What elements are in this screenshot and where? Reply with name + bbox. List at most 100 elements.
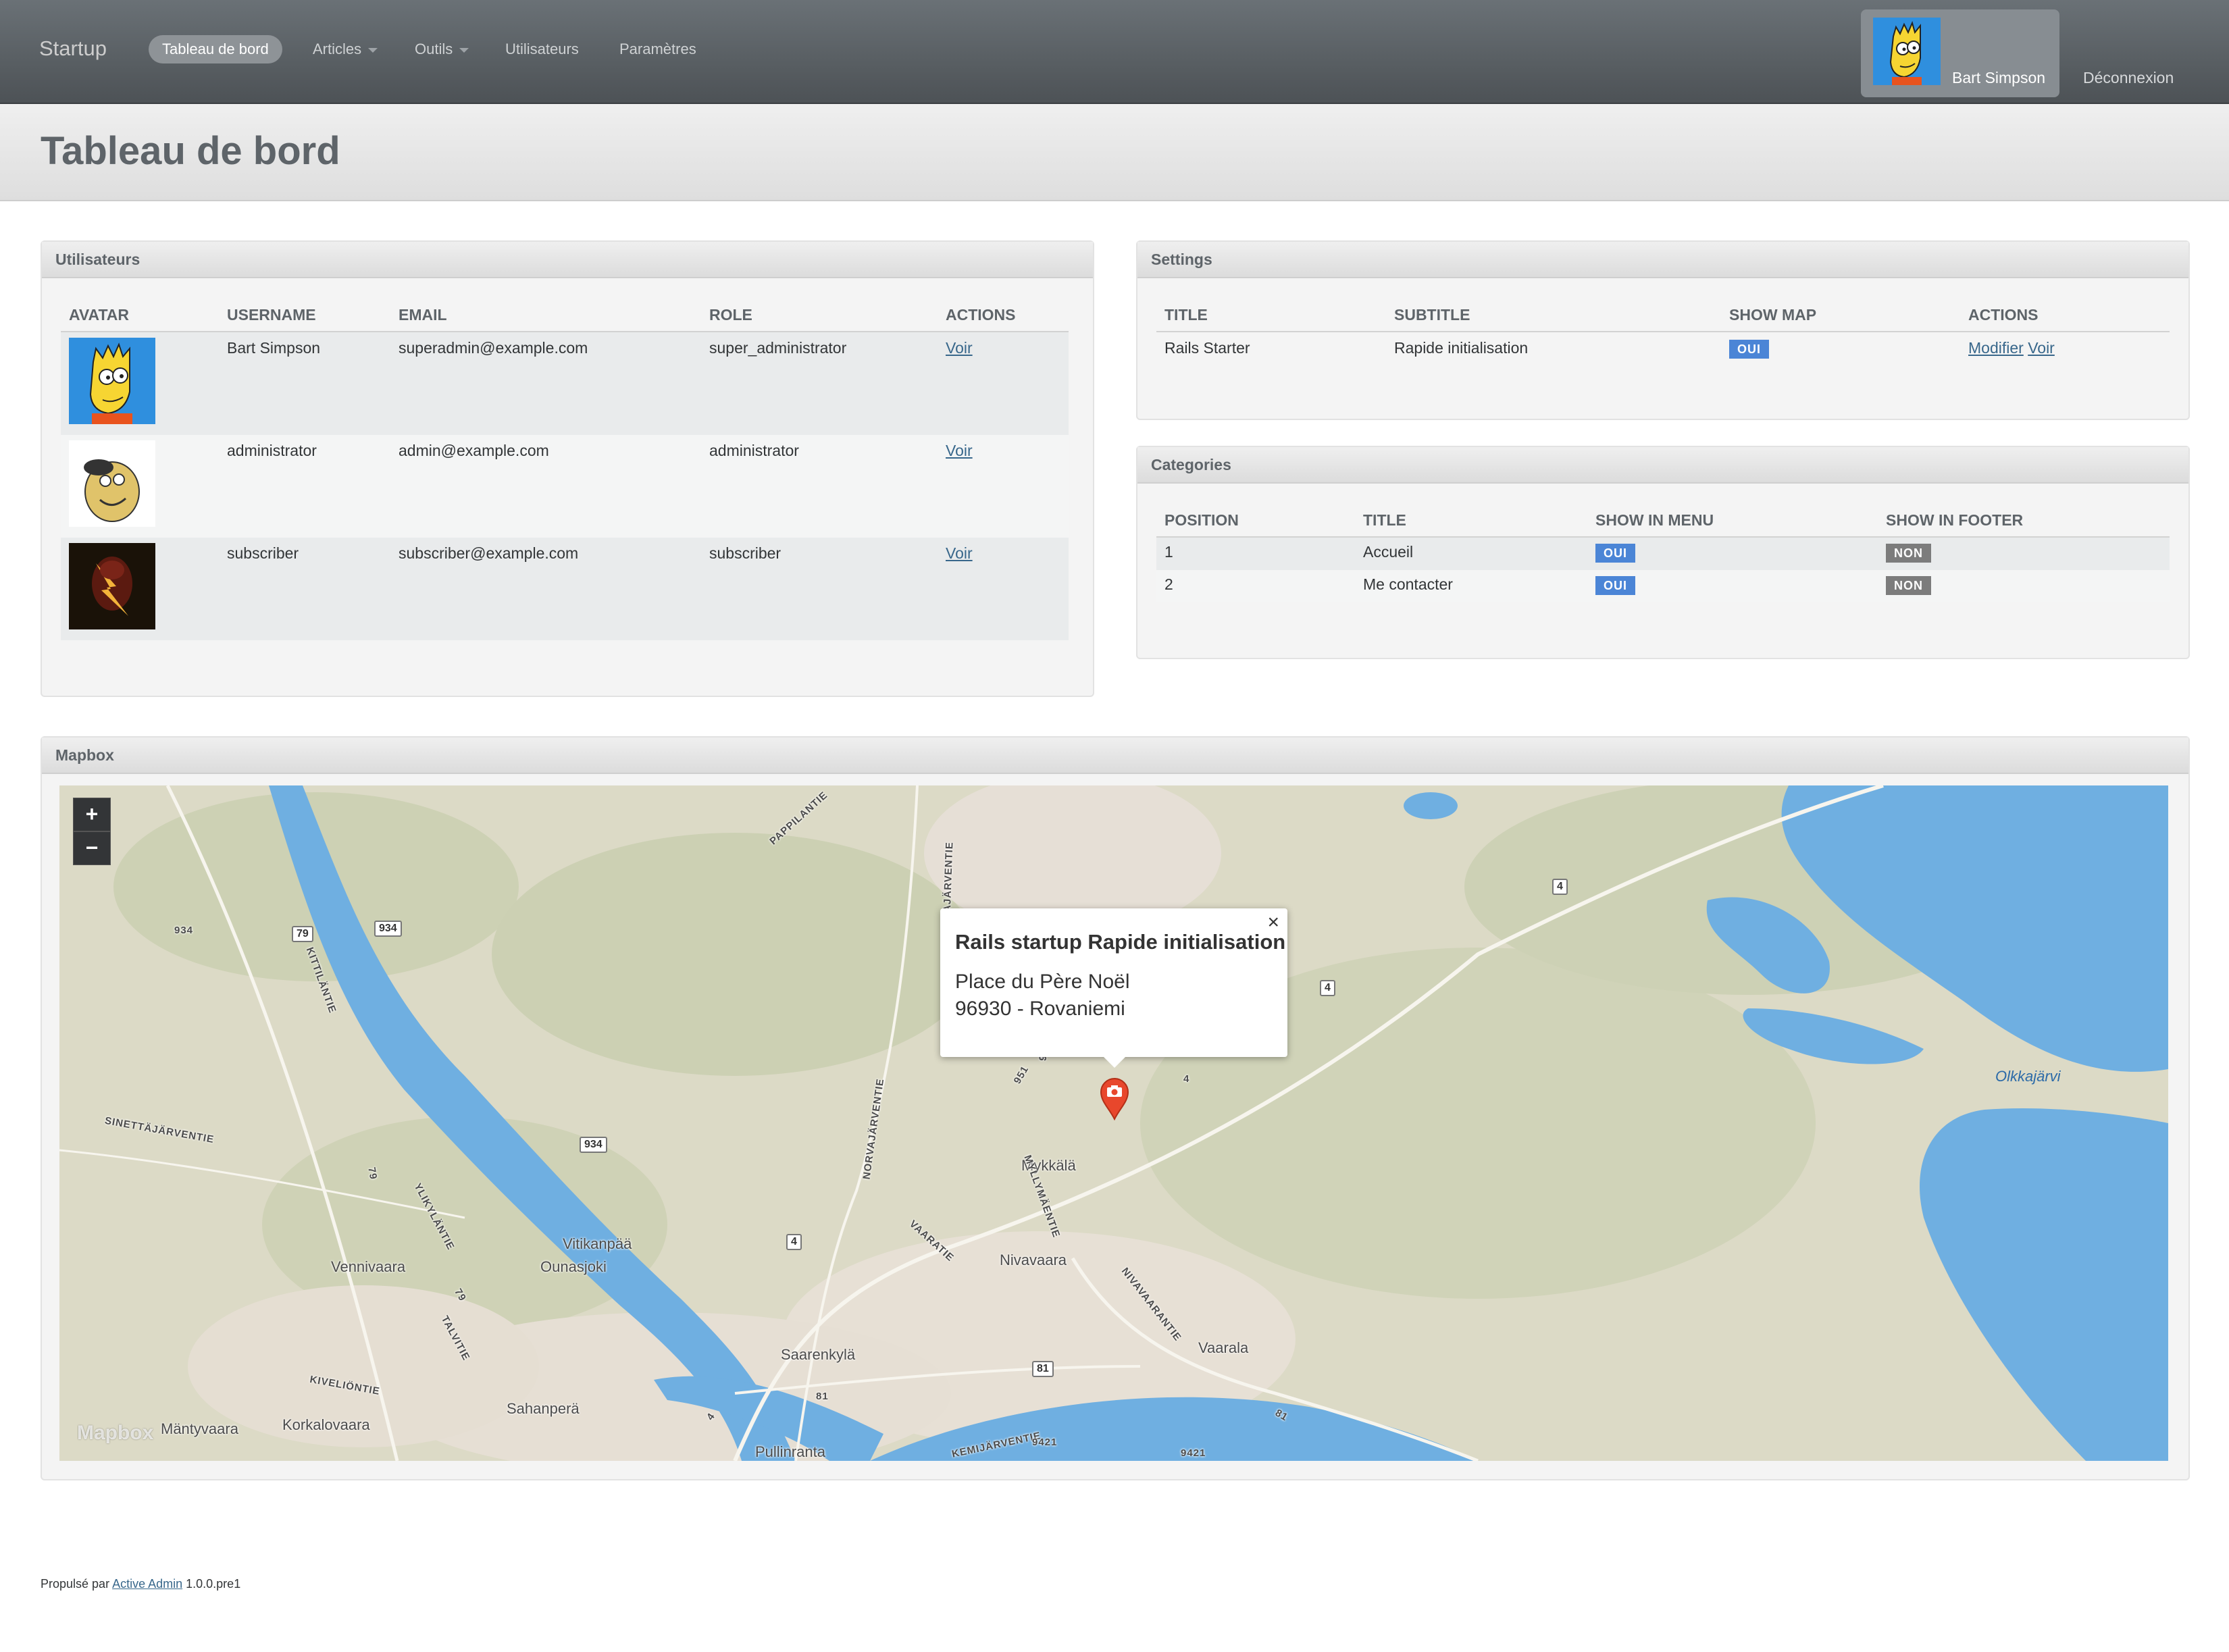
table-row: subscriber subscriber@example.com subscr…: [61, 538, 1069, 640]
nav-label: Outils: [415, 41, 453, 57]
zoom-in-button[interactable]: +: [73, 798, 111, 831]
status-badge: OUI: [1729, 340, 1770, 359]
map-route-shield: 81: [1032, 1361, 1054, 1377]
flash-avatar-icon: [69, 543, 155, 629]
map-place-label: Saarenkylä: [781, 1346, 856, 1363]
nav-outils[interactable]: Outils: [401, 35, 482, 63]
email-cell: admin@example.com: [390, 435, 701, 538]
map-route-shield: 4: [1320, 980, 1335, 996]
chevron-down-icon: [459, 47, 469, 53]
view-link[interactable]: Voir: [2028, 339, 2055, 357]
mapbox-logo[interactable]: Mapbox: [77, 1422, 153, 1445]
map-place-label: Mäntyvaara: [161, 1420, 238, 1437]
status-badge: NON: [1886, 544, 1931, 563]
zoom-out-button[interactable]: −: [73, 831, 111, 865]
nav-label: Tableau de bord: [162, 41, 269, 57]
nav-label: Articles: [313, 41, 362, 57]
nav-utilisateurs[interactable]: Utilisateurs: [492, 35, 592, 63]
popup-title: Rails startup Rapide initialisation: [955, 930, 1286, 954]
show-in-menu-cell: OUI: [1587, 570, 1878, 602]
nav-label: Utilisateurs: [505, 41, 579, 57]
avatar: [69, 338, 155, 424]
edit-link[interactable]: Modifier: [1968, 339, 2024, 357]
view-link[interactable]: Voir: [946, 544, 973, 562]
footer-prefix: Propulsé par: [41, 1577, 110, 1591]
actions-cell: Voir: [938, 435, 1069, 538]
column-header: ACTIONS: [1960, 299, 2170, 332]
role-cell: administrator: [701, 435, 938, 538]
table-row: Bart Simpson superadmin@example.com supe…: [61, 332, 1069, 435]
avatar: [69, 543, 155, 629]
view-link[interactable]: Voir: [946, 442, 973, 459]
show-in-menu-cell: OUI: [1587, 537, 1878, 570]
avatar-cell: [61, 538, 219, 640]
column-header: ROLE: [701, 299, 938, 332]
column-header: SHOW MAP: [1721, 299, 1960, 332]
nav-tableau-de-bord[interactable]: Tableau de bord: [149, 35, 282, 63]
map-route-label: 9421: [1032, 1437, 1058, 1448]
map-place-label: Korkalovaara: [282, 1416, 370, 1433]
table-row: 1 Accueil OUI NON: [1156, 537, 2170, 570]
users-panel: Utilisateurs AVATAR USERNAME EMAIL ROLE …: [41, 240, 1094, 697]
map-route-shield: 4: [786, 1234, 802, 1250]
page-title: Tableau de bord: [41, 129, 340, 173]
map-route-shield: 934: [374, 921, 402, 937]
username-cell: Bart Simpson: [219, 332, 390, 435]
map-place-label: Sahanperä: [507, 1400, 580, 1417]
popup-address-line: Place du Père Noël: [955, 971, 1130, 993]
current-user-name: Bart Simpson: [1952, 69, 2046, 86]
avatar-cell: [61, 332, 219, 435]
actions-cell: Voir: [938, 332, 1069, 435]
logout-link[interactable]: Déconnexion: [2083, 69, 2174, 87]
map-route-label: 79: [365, 1166, 380, 1181]
title-bar: Tableau de bord: [0, 104, 2229, 201]
map-route-label: 81: [816, 1391, 829, 1402]
footer: Propulsé par Active Admin 1.0.0.pre1: [41, 1577, 240, 1591]
show-in-footer-cell: NON: [1878, 537, 2170, 570]
table-row: administrator admin@example.com administ…: [61, 435, 1069, 538]
actions-cell: Voir: [938, 538, 1069, 640]
map-route-shield: 79: [292, 926, 313, 942]
map-canvas[interactable]: + − Mykkälä Vitikanpää Ounasjoki Venniva…: [59, 785, 2168, 1461]
column-header: TITLE: [1355, 504, 1587, 538]
nav-articles[interactable]: Articles: [299, 35, 391, 63]
current-user-menu[interactable]: Bart Simpson: [1861, 9, 2059, 97]
settings-table: TITLE SUBTITLE SHOW MAP ACTIONS Rails St…: [1156, 299, 2170, 369]
status-badge: OUI: [1595, 576, 1636, 595]
lake-label: Olkkajärvi: [1995, 1068, 2061, 1085]
popup-address-line: 96930 - Rovaniemi: [955, 998, 1125, 1020]
active-admin-link[interactable]: Active Admin: [112, 1577, 182, 1591]
panel-title: Categories: [1137, 447, 2188, 484]
nav-parametres[interactable]: Paramètres: [606, 35, 710, 63]
users-table: AVATAR USERNAME EMAIL ROLE ACTIONS Bart …: [61, 299, 1069, 640]
email-cell: subscriber@example.com: [390, 538, 701, 640]
column-header: SHOW IN FOOTER: [1878, 504, 2170, 538]
camera-marker-icon[interactable]: [1098, 1077, 1131, 1120]
map-place-label: Vaarala: [1198, 1339, 1249, 1356]
nav-label: Paramètres: [619, 41, 696, 57]
map-place-label: Pullinranta: [755, 1443, 825, 1460]
bart-avatar-icon: [69, 338, 155, 424]
view-link[interactable]: Voir: [946, 339, 973, 357]
title-cell: Rails Starter: [1164, 339, 1250, 357]
column-header: POSITION: [1156, 504, 1355, 538]
footer-version: 1.0.0.pre1: [186, 1577, 241, 1591]
avatar: [69, 440, 155, 527]
position-cell: 2: [1156, 570, 1355, 602]
popup-tip: [1102, 1056, 1127, 1068]
position-cell: 1: [1156, 537, 1355, 570]
categories-panel: Categories POSITION TITLE SHOW IN MENU S…: [1136, 446, 2190, 659]
title-cell: Me contacter: [1355, 570, 1587, 602]
column-header: SUBTITLE: [1386, 299, 1721, 332]
map-route-shield: 4: [1552, 879, 1568, 895]
username-cell: administrator: [219, 435, 390, 538]
map-place-label: Ounasjoki: [540, 1258, 607, 1275]
status-badge: NON: [1886, 576, 1931, 595]
column-header: SHOW IN MENU: [1587, 504, 1878, 538]
column-header: ACTIONS: [938, 299, 1069, 332]
email-cell: superadmin@example.com: [390, 332, 701, 435]
site-title[interactable]: Startup: [39, 36, 107, 61]
map-place-label: Vennivaara: [331, 1258, 406, 1275]
bart-avatar-icon: [1873, 18, 1941, 85]
map-route-shield: 934: [580, 1137, 607, 1153]
